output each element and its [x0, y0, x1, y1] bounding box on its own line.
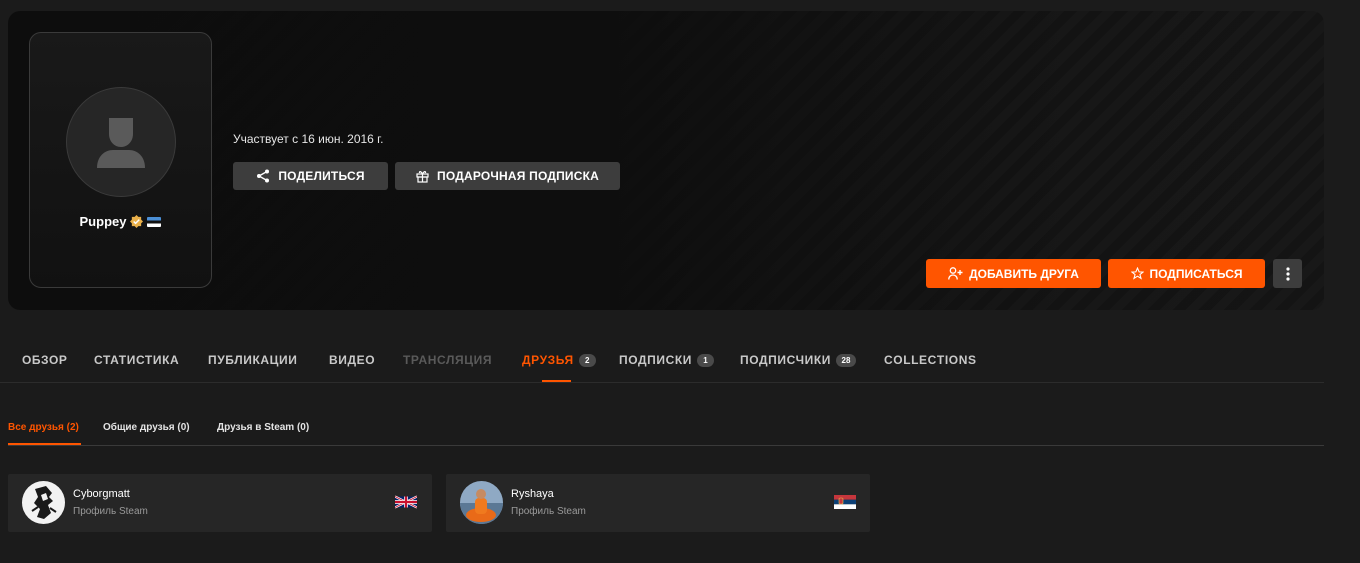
rs-flag-icon: [834, 495, 856, 509]
tab-label: СТАТИСТИКА: [94, 353, 180, 367]
tab-label: ПОДПИСКИ: [619, 353, 693, 367]
member-since: Участвует с 16 июн. 2016 г.: [233, 132, 384, 146]
gift-icon: [416, 170, 429, 183]
active-tab-indicator: [542, 380, 571, 382]
subscriptions-count-badge: 1: [697, 353, 715, 367]
subtab-steam-friends[interactable]: Друзья в Steam (0): [217, 422, 309, 433]
friend-avatar[interactable]: [460, 481, 503, 524]
friend-subtitle: Профиль Steam: [73, 506, 148, 517]
more-vertical-icon: [1285, 266, 1290, 281]
tab-friends[interactable]: ДРУЗЬЯ 2: [522, 353, 596, 367]
subscribe-button[interactable]: ПОДПИСАТЬСЯ: [1108, 259, 1265, 288]
add-friend-button[interactable]: ДОБАВИТЬ ДРУГА: [926, 259, 1101, 288]
tab-subscriptions[interactable]: ПОДПИСКИ 1: [619, 353, 715, 367]
profile-tabs: ОБЗОР СТАТИСТИКА ПУБЛИКАЦИИ ВИДЕО ТРАНСЛ…: [0, 340, 1324, 383]
friends-count-badge: 2: [578, 353, 596, 367]
subtab-all-friends[interactable]: Все друзья (2): [8, 422, 79, 433]
tab-overview[interactable]: ОБЗОР: [22, 353, 68, 367]
tab-video[interactable]: ВИДЕО: [329, 353, 375, 367]
nickname-row: Puppey: [30, 214, 211, 229]
more-options-button[interactable]: [1273, 259, 1302, 288]
tab-statistics[interactable]: СТАТИСТИКА: [94, 353, 179, 367]
tab-broadcast: ТРАНСЛЯЦИЯ: [403, 353, 492, 367]
tab-label: ВИДЕО: [329, 353, 376, 367]
gift-label: ПОДАРОЧНАЯ ПОДПИСКА: [437, 169, 599, 183]
tab-subscribers[interactable]: ПОДПИСЧИКИ 28: [740, 353, 856, 367]
tab-collections[interactable]: COLLECTIONS: [884, 353, 977, 367]
gift-subscription-button[interactable]: ПОДАРОЧНАЯ ПОДПИСКА: [395, 162, 620, 190]
gb-flag-icon: [395, 495, 417, 509]
share-icon: [257, 169, 270, 183]
profile-card: Puppey: [29, 32, 212, 288]
active-subtab-indicator: [8, 443, 81, 445]
friend-subtitle: Профиль Steam: [511, 506, 586, 517]
friend-name[interactable]: Cyborgmatt: [73, 488, 130, 500]
friend-avatar-image: [22, 481, 65, 524]
tab-publications[interactable]: ПУБЛИКАЦИИ: [208, 353, 297, 367]
friend-card[interactable]: Ryshaya Профиль Steam: [446, 474, 870, 532]
friends-subtabs: Все друзья (2) Общие друзья (0) Друзья в…: [8, 411, 1324, 446]
subscribers-count-badge: 28: [835, 353, 856, 367]
tab-label: ПУБЛИКАЦИИ: [208, 353, 298, 367]
estonia-flag-icon: [147, 216, 162, 227]
tab-label: COLLECTIONS: [884, 353, 977, 367]
tab-label: ПОДПИСЧИКИ: [740, 353, 831, 367]
share-button[interactable]: ПОДЕЛИТЬСЯ: [233, 162, 388, 190]
tab-label: ОБЗОР: [22, 353, 68, 367]
verified-badge-icon: [130, 215, 144, 228]
tab-label: ДРУЗЬЯ: [522, 353, 574, 367]
nickname: Puppey: [79, 214, 127, 229]
friend-name[interactable]: Ryshaya: [511, 488, 554, 500]
friend-avatar-image: [460, 481, 503, 524]
share-label: ПОДЕЛИТЬСЯ: [278, 169, 365, 183]
profile-banner: Puppey Участвует с 16 июн. 2016 г. ПОДЕЛ…: [8, 11, 1324, 310]
default-user-icon: [97, 118, 145, 168]
tab-label: ТРАНСЛЯЦИЯ: [403, 353, 493, 367]
friend-avatar[interactable]: [22, 481, 65, 524]
subscribe-label: ПОДПИСАТЬСЯ: [1149, 266, 1243, 281]
avatar: [66, 87, 176, 197]
star-icon: [1130, 267, 1144, 280]
subtab-mutual-friends[interactable]: Общие друзья (0): [103, 422, 190, 433]
add-user-icon: [948, 267, 963, 280]
add-friend-label: ДОБАВИТЬ ДРУГА: [969, 266, 1079, 281]
friend-card[interactable]: Cyborgmatt Профиль Steam: [8, 474, 432, 532]
